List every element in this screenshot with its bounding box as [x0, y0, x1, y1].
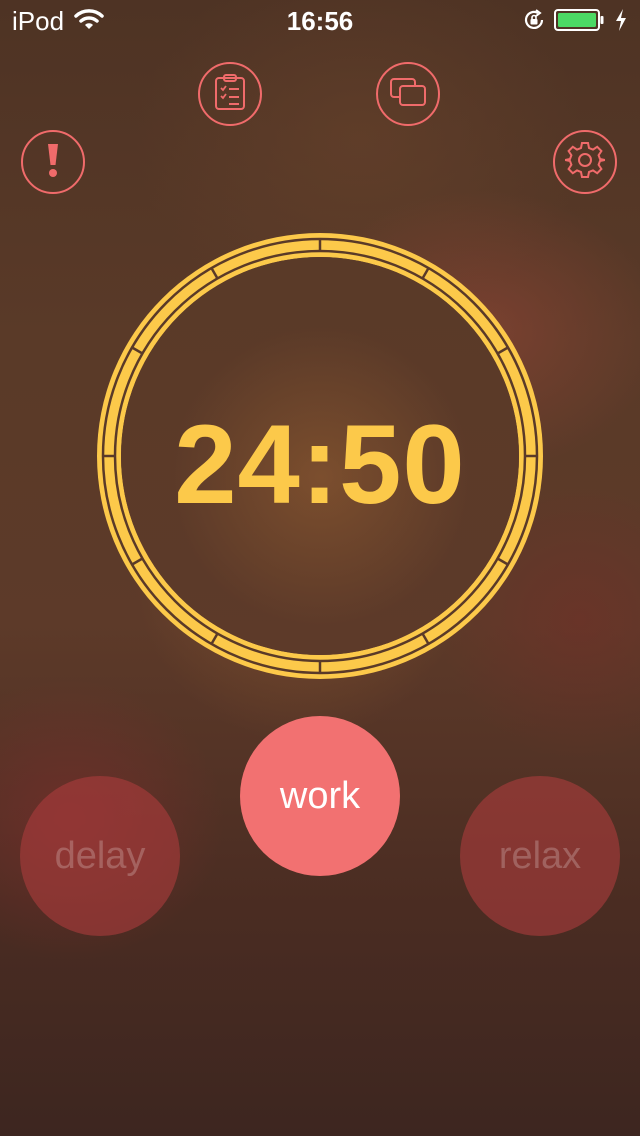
rotation-lock-icon: [522, 8, 546, 39]
exclamation-icon: [45, 142, 61, 183]
delay-button[interactable]: delay: [20, 776, 180, 936]
gear-icon: [564, 140, 606, 185]
alert-button[interactable]: [21, 130, 85, 194]
work-button[interactable]: work: [240, 716, 400, 876]
windows-icon: [388, 76, 428, 113]
task-list-button[interactable]: [198, 62, 262, 126]
settings-button[interactable]: [553, 130, 617, 194]
clipboard-icon: [213, 73, 247, 116]
windows-button[interactable]: [376, 62, 440, 126]
battery-icon: [554, 8, 606, 39]
status-bar: iPod 16:56: [0, 0, 640, 40]
timer-display: 24:50: [174, 402, 466, 527]
status-right: [522, 8, 628, 39]
charging-icon: [614, 8, 628, 39]
relax-button[interactable]: relax: [460, 776, 620, 936]
